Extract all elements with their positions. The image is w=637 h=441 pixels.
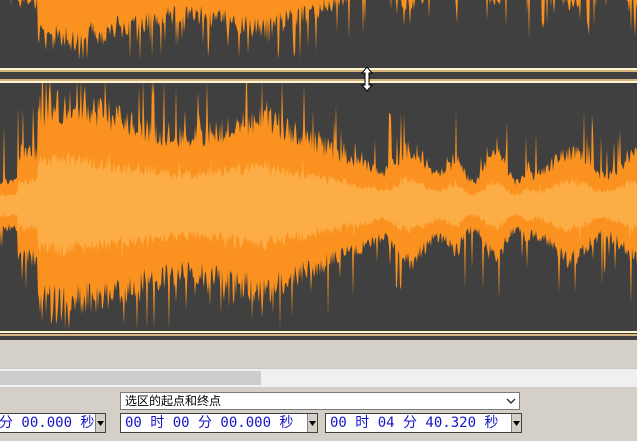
waveform-view[interactable] xyxy=(0,0,637,340)
time-field-cursor-value: 分 00.000 秒 xyxy=(0,415,95,431)
selection-mode-label: 选区的起点和终点 xyxy=(125,394,222,408)
selection-mode-dropdown[interactable]: 选区的起点和终点 xyxy=(120,392,520,410)
waveform-top-peak xyxy=(10,0,637,60)
time-field-selection-start[interactable]: 00 时 00 分 00.000 秒 xyxy=(120,413,318,433)
waveform-channel-bottom[interactable] xyxy=(0,80,637,330)
spin-down-icon[interactable] xyxy=(307,414,317,432)
horizontal-scrollbar[interactable] xyxy=(0,368,637,387)
selection-end-value: 00 时 04 分 40.320 秒 xyxy=(330,415,499,431)
waveform-bottom-border-highlight xyxy=(0,331,637,333)
time-field-selection-end[interactable]: 00 时 04 分 40.320 秒 xyxy=(325,413,522,433)
chevron-down-icon[interactable] xyxy=(503,393,519,409)
selection-start-value: 00 时 00 分 00.000 秒 xyxy=(125,415,294,431)
spin-down-icon[interactable] xyxy=(95,414,105,432)
panel-gap xyxy=(0,340,637,368)
channel-divider[interactable] xyxy=(0,70,637,81)
resize-vertical-icon xyxy=(360,66,374,92)
waveform-channel-top[interactable] xyxy=(0,0,637,60)
time-field-cursor[interactable]: 分 00.000 秒 xyxy=(0,413,106,433)
waveform-bottom-border xyxy=(0,334,637,336)
channel-divider-highlight-bottom xyxy=(0,81,637,83)
scrollbar-thumb[interactable] xyxy=(0,371,261,385)
selection-controls: 选区的起点和终点 分 00.000 秒 00 时 00 分 00.000 秒 0… xyxy=(0,387,637,441)
waveform-canvas[interactable] xyxy=(0,0,637,340)
spin-down-icon[interactable] xyxy=(511,414,521,432)
